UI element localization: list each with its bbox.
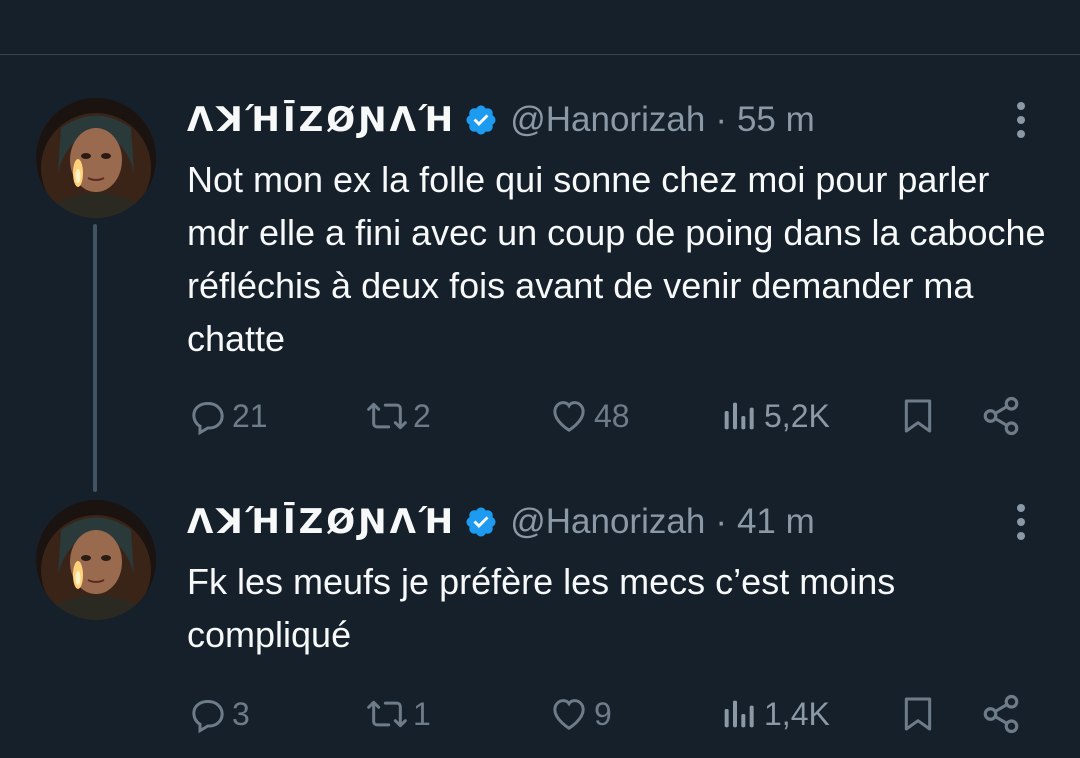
reply-button[interactable]: 3	[188, 692, 250, 736]
tweet-actions: 21 2 48 5,2K	[0, 394, 1080, 438]
bookmark-button[interactable]	[900, 692, 936, 736]
verified-badge-icon	[466, 507, 496, 537]
repost-button[interactable]: 2	[365, 394, 431, 438]
views-button[interactable]: 1,4K	[720, 692, 830, 736]
views-count: 1,4K	[764, 695, 830, 732]
tweet-header: ΛꓘΉĪZØƝΛΉ @Hanorizah · 41 m	[187, 500, 815, 544]
timestamp[interactable]: 55 m	[737, 100, 815, 140]
avatar[interactable]	[36, 500, 156, 620]
tweet-actions: 3 1 9 1,4K	[0, 692, 1080, 736]
verified-badge-icon	[466, 105, 496, 135]
like-button[interactable]: 9	[548, 692, 612, 736]
thread-connector-line	[93, 224, 97, 492]
reply-icon	[192, 402, 224, 436]
reply-icon	[192, 700, 224, 734]
heart-icon	[553, 699, 585, 730]
share-icon	[983, 694, 1019, 734]
views-button[interactable]: 5,2K	[720, 394, 830, 438]
views-count: 5,2K	[764, 397, 830, 434]
like-count: 48	[594, 397, 630, 434]
tweet-text: Not mon ex la folle qui sonne chez moi p…	[187, 159, 1046, 359]
more-vertical-icon[interactable]	[1011, 500, 1031, 544]
share-button[interactable]	[980, 394, 1022, 438]
bookmark-button[interactable]	[900, 394, 936, 438]
avatar[interactable]	[36, 98, 156, 218]
tweet-header: ΛꓘΉĪZØƝΛΉ @Hanorizah · 55 m	[187, 98, 815, 142]
handle[interactable]: @Hanorizah	[510, 502, 705, 542]
views-icon	[724, 402, 754, 430]
repost-icon	[367, 402, 407, 430]
share-button[interactable]	[980, 692, 1022, 736]
tweet-text: Fk les meufs je préfère les mecs c’est m…	[187, 561, 896, 655]
reply-button[interactable]: 21	[188, 394, 268, 438]
handle[interactable]: @Hanorizah	[510, 100, 705, 140]
bookmark-icon	[904, 399, 932, 433]
display-name[interactable]: ΛꓘΉĪZØƝΛΉ	[187, 100, 456, 140]
timestamp[interactable]: 41 m	[737, 502, 815, 542]
share-icon	[983, 396, 1019, 436]
reply-count: 3	[232, 695, 250, 732]
repost-button[interactable]: 1	[365, 692, 431, 736]
bookmark-icon	[904, 697, 932, 731]
like-count: 9	[594, 695, 612, 732]
separator-dot: ·	[715, 100, 727, 139]
separator-dot: ·	[715, 502, 727, 541]
display-name[interactable]: ΛꓘΉĪZØƝΛΉ	[187, 502, 456, 542]
like-button[interactable]: 48	[548, 394, 630, 438]
repost-icon	[367, 700, 407, 728]
repost-count: 1	[413, 695, 431, 732]
heart-icon	[553, 401, 585, 432]
views-icon	[724, 700, 754, 728]
top-divider	[0, 54, 1080, 55]
reply-count: 21	[232, 397, 268, 434]
repost-count: 2	[413, 397, 431, 434]
more-vertical-icon[interactable]	[1011, 98, 1031, 142]
